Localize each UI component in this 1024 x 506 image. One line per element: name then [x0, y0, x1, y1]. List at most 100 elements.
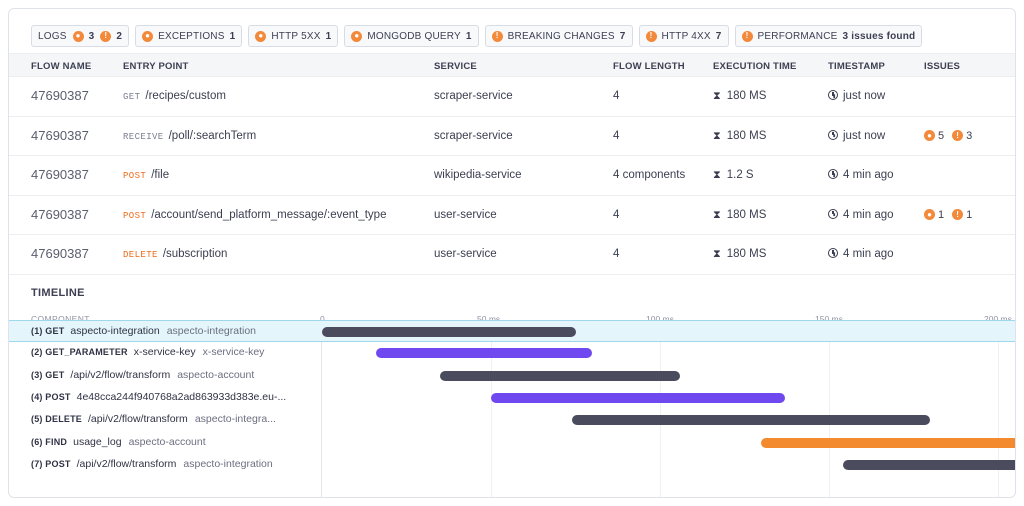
issue-badge[interactable]: ! 3: [952, 130, 972, 142]
component-label: (4) POST 4e48cca244f940768a2ad863933d383e…: [31, 391, 286, 403]
component-kind: (7) POST: [31, 458, 71, 469]
table-row[interactable]: 47690387 DELETE/subscription user-service 4…: [9, 235, 1015, 275]
timestamp: 4 min ago: [828, 248, 894, 260]
timestamp: 4 min ago: [828, 208, 894, 221]
span-bar[interactable]: [376, 348, 593, 359]
column-issues[interactable]: ISSUES: [924, 61, 960, 72]
http-method: POST: [123, 171, 147, 181]
timeline-title: TIMELINE: [31, 287, 85, 299]
column-execution-time[interactable]: EXECUTION TIME: [713, 61, 797, 72]
timestamp-value: just now: [843, 90, 886, 102]
component-label: (1) GET aspecto-integration aspecto-integr…: [31, 325, 256, 337]
span-bar[interactable]: [440, 370, 681, 381]
filter-chip-mongodb-query[interactable]: ● MONGODB QUERY 1: [344, 25, 479, 47]
span-bar[interactable]: [761, 437, 1015, 448]
entry-point: POST/account/send_platform_message/:even…: [123, 209, 386, 221]
component-name: x-service-key: [133, 346, 196, 359]
table-row[interactable]: 47690387 GET/recipes/custom scraper-servic…: [9, 77, 1015, 117]
execution-time: ⧗ 180 MS: [713, 90, 766, 103]
timeline-row[interactable]: (3) GET/api/v2/flow/transform aspecto-acc…: [9, 365, 1015, 387]
component-name: usage_log: [73, 435, 122, 448]
issue-badge[interactable]: ! 1: [952, 209, 972, 221]
component-kind: (6) FIND: [31, 436, 68, 447]
execution-time-value: 180 MS: [726, 248, 767, 260]
flow-name[interactable]: 47690387: [31, 207, 89, 222]
execution-time: ⧗ 180 MS: [713, 130, 766, 143]
flow-length: 4: [613, 90, 620, 102]
alert-icon: !: [645, 30, 657, 42]
execution-time-value: 180 MS: [726, 129, 767, 142]
execution-time: ⧗ 180 MS: [713, 209, 766, 222]
component-service: aspecto-integra...: [194, 413, 276, 426]
table-row[interactable]: 47690387 POST/account/send_platform_messa…: [9, 196, 1015, 235]
span-bar[interactable]: [322, 327, 576, 337]
timeline-row[interactable]: (4) POST 4e48cca244f940768a2ad863933d383e…: [9, 387, 1015, 409]
filter-chip-http-5xx[interactable]: ● HTTP 5XX 1: [248, 25, 339, 47]
chip-count: 1: [465, 30, 472, 42]
component-service: aspecto-account: [177, 368, 255, 381]
span-bar[interactable]: [842, 459, 1015, 470]
chip-count: 1: [229, 30, 236, 42]
filter-chip-logs[interactable]: LOGS ● 3 ! 2: [31, 25, 130, 47]
timeline-row[interactable]: (2) GET_PARAMETER x-service-key x-service-…: [9, 342, 1015, 364]
flows-table-header: FLOW NAME ENTRY POINT SERVICE FLOW LENGT…: [9, 53, 1015, 77]
component-name: aspecto-integration: [70, 325, 160, 337]
table-row[interactable]: 47690387 RECEIVE/poll/:searchTerm scraper-…: [9, 117, 1015, 156]
span-bar[interactable]: [572, 415, 931, 426]
timeline-row[interactable]: (5) DELETE/api/v2/flow/transform aspecto-…: [9, 409, 1015, 431]
column-flow-name[interactable]: FLOW NAME: [31, 61, 91, 72]
filter-chip-breaking-changes[interactable]: ! BREAKING CHANGES 7: [484, 25, 633, 47]
execution-time: ⧗ 1.2 S: [713, 169, 754, 182]
timeline-row[interactable]: (1) GET aspecto-integration aspecto-integr…: [9, 320, 1015, 342]
component-kind: (1) GET: [31, 326, 65, 336]
warning-icon: ●: [255, 30, 267, 42]
filter-chip-performance[interactable]: ! PERFORMANCE 3 issues found: [734, 25, 923, 47]
flow-name[interactable]: 47690387: [31, 246, 89, 261]
chip-label: MONGODB QUERY: [367, 30, 461, 42]
issue-filter-bar: LOGS ● 3 ! 2 ● EXCEPTIONS 1 ● HTTP 5XX 1…: [31, 25, 923, 47]
timeline-row[interactable]: (6) FIND usage_log aspecto-account: [9, 432, 1015, 454]
component-kind: (2) GET_PARAMETER: [31, 347, 128, 358]
timestamp: just now: [828, 129, 885, 142]
table-row[interactable]: 47690387 POST/file wikipedia-service 4 comp…: [9, 156, 1015, 196]
clock-icon: [828, 129, 838, 140]
flow-name[interactable]: 47690387: [31, 128, 89, 143]
column-flow-length[interactable]: FLOW LENGTH: [613, 61, 685, 72]
column-entry-point[interactable]: ENTRY POINT: [123, 61, 189, 72]
component-label: (6) FIND usage_log aspecto-account: [31, 436, 206, 448]
flow-length: 4: [613, 129, 620, 142]
entry-point: DELETE/subscription: [123, 248, 227, 260]
chip-label: LOGS: [38, 30, 67, 42]
chip-label: HTTP 5XX: [271, 30, 321, 42]
timestamp-value: 4 min ago: [843, 169, 894, 181]
http-method: POST: [123, 210, 147, 221]
entry-path: /recipes/custom: [145, 90, 226, 102]
clock-icon: [828, 90, 838, 100]
service-name: user-service: [434, 248, 497, 260]
filter-chip-http-4xx[interactable]: ! HTTP 4XX 7: [638, 25, 729, 47]
column-service[interactable]: SERVICE: [434, 61, 477, 72]
flow-name[interactable]: 47690387: [31, 88, 89, 103]
entry-point: GET/recipes/custom: [123, 90, 226, 102]
component-kind: (5) DELETE: [31, 414, 83, 425]
alert-icon: !: [491, 30, 503, 42]
service-name: scraper-service: [434, 129, 513, 142]
span-bar[interactable]: [491, 392, 786, 403]
hourglass-icon: ⧗: [713, 169, 721, 181]
alert-icon: !: [741, 30, 753, 42]
warning-icon: ●: [351, 30, 363, 42]
issue-badge[interactable]: ● 1: [924, 209, 944, 221]
chip-count: 3 issues found: [842, 30, 916, 42]
column-timestamp[interactable]: TIMESTAMP: [828, 61, 885, 72]
component-name: 4e48cca244f940768a2ad863933d383e.eu-...: [76, 390, 287, 403]
timeline-row[interactable]: (7) POST/api/v2/flow/transform aspecto-in…: [9, 454, 1015, 476]
issue-count: 3: [966, 129, 973, 142]
clock-icon: [828, 169, 838, 179]
filter-chip-exceptions[interactable]: ● EXCEPTIONS 1: [135, 25, 243, 47]
issue-badge[interactable]: ● 5: [924, 130, 944, 142]
http-method: RECEIVE: [123, 131, 164, 142]
service-name: user-service: [434, 208, 497, 221]
issues: ● 5 ! 3: [924, 129, 980, 142]
warning-icon: ●: [924, 209, 935, 220]
flow-name[interactable]: 47690387: [31, 167, 89, 182]
